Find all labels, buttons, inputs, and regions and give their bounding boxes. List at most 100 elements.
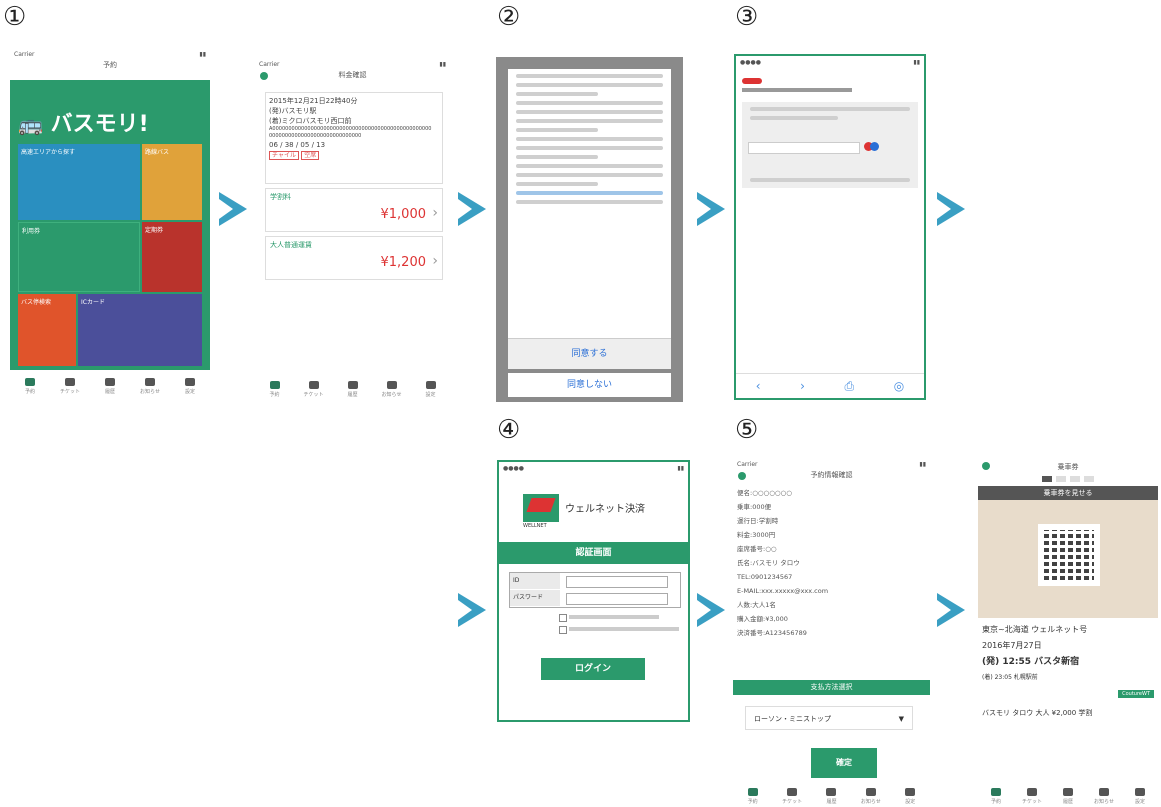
ticket-date: 2016年7月27日 bbox=[982, 641, 1042, 650]
consent-dialog: 同意する bbox=[508, 69, 671, 369]
tab-news[interactable]: お知らせ bbox=[381, 380, 403, 398]
card-number-input[interactable] bbox=[748, 142, 860, 154]
terms-text bbox=[516, 83, 663, 87]
carrier-label: Carrier bbox=[737, 460, 758, 468]
screen-consent: 同意する 同意しない bbox=[496, 57, 683, 402]
carrier-label: Carrier bbox=[259, 60, 280, 68]
tab-history[interactable]: 履歴 bbox=[99, 377, 121, 395]
tile-pass[interactable]: 定期券 bbox=[142, 222, 202, 292]
checkbox-label bbox=[569, 615, 659, 619]
brand-sub: WELLNET bbox=[523, 523, 547, 529]
form-text bbox=[750, 178, 910, 182]
accept-button[interactable]: 同意する bbox=[508, 338, 671, 369]
tab-bar: 予約 チケット 履歴 お知らせ 設定 bbox=[255, 375, 450, 403]
password-label: パスワード bbox=[510, 590, 560, 606]
ticket-departure: (発) 12:55 バスタ新宿 bbox=[982, 657, 1080, 667]
dropdown-arrow-icon: ▼ bbox=[898, 715, 904, 723]
store-select[interactable]: ローソン・ミニストップ ▼ bbox=[745, 706, 913, 730]
terms-text bbox=[516, 128, 598, 132]
tab-settings[interactable]: 設定 bbox=[420, 380, 442, 398]
tag-badge: 空席 bbox=[301, 151, 320, 160]
tab-settings[interactable]: 設定 bbox=[899, 787, 921, 805]
bell-icon bbox=[1099, 787, 1109, 796]
status-bar: Carrier ▮▮ bbox=[737, 460, 926, 468]
trip-code: 00000000000000000000000000000 bbox=[269, 133, 362, 139]
flow-arrow-icon bbox=[458, 192, 486, 226]
show-ticket-banner: 乗車券を見せる bbox=[978, 486, 1158, 500]
id-label: ID bbox=[510, 573, 560, 589]
tab-settings[interactable]: 設定 bbox=[1129, 787, 1151, 805]
tile-area-search[interactable]: 高速エリアから探す bbox=[18, 144, 140, 220]
flow-arrow-icon bbox=[697, 192, 725, 226]
tab-ticket[interactable]: チケット bbox=[781, 787, 803, 805]
forward-icon[interactable]: › bbox=[800, 379, 805, 393]
terms-link[interactable] bbox=[516, 191, 663, 195]
form-text bbox=[750, 116, 838, 120]
step-number-5: ⑤ bbox=[735, 415, 759, 445]
tab-news[interactable]: お知らせ bbox=[860, 787, 882, 805]
screen-login: ●●●● ▮▮ ウェルネット決済 WELLNET 認証画面 ID パスワード ログ… bbox=[497, 460, 690, 722]
page-indicator[interactable] bbox=[1008, 476, 1128, 482]
screen-reservation: Carrier ▮▮ 予約情報確認 便名:○○○○○○○ 乗車:000便 運行日:… bbox=[733, 458, 930, 807]
fare-option-student[interactable]: 学割料 ¥1,000 › bbox=[265, 188, 443, 232]
step-number-1: ① bbox=[3, 2, 27, 32]
login-form: ID パスワード bbox=[509, 572, 681, 608]
trip-arrival: (着)ミクロバスモリ西口前 bbox=[269, 117, 352, 125]
tab-reserve[interactable]: 予約 bbox=[264, 380, 286, 398]
fare-option-adult[interactable]: 大人普通運賃 ¥1,200 › bbox=[265, 236, 443, 280]
back-icon[interactable]: ‹ bbox=[756, 379, 761, 393]
app-logo: 🚌 バスモリ! bbox=[18, 112, 149, 137]
chevron-right-icon: › bbox=[432, 205, 438, 221]
compass-icon[interactable]: ◎ bbox=[894, 379, 904, 393]
wellnet-logo-icon bbox=[523, 494, 559, 522]
page-heading bbox=[742, 88, 852, 92]
page-title: 予約情報確認 bbox=[810, 471, 853, 479]
gear-icon bbox=[1135, 787, 1145, 796]
tab-ticket[interactable]: チケット bbox=[1021, 787, 1043, 805]
trip-code: A000000000000000000000000000000000000000… bbox=[269, 126, 432, 132]
tab-settings[interactable]: 設定 bbox=[179, 377, 201, 395]
terms-text bbox=[516, 110, 663, 114]
tab-news[interactable]: お知らせ bbox=[139, 377, 161, 395]
history-icon bbox=[826, 787, 837, 796]
remember-checkbox[interactable] bbox=[559, 614, 567, 622]
tab-history[interactable]: 履歴 bbox=[820, 787, 842, 805]
form-text bbox=[750, 107, 910, 111]
tile-stop-search[interactable]: バス停検索 bbox=[18, 294, 76, 366]
tab-news[interactable]: お知らせ bbox=[1093, 787, 1115, 805]
bell-icon bbox=[145, 377, 155, 386]
detail-row: 乗車:000便 bbox=[737, 503, 772, 511]
tile-ticket[interactable]: 利用券 bbox=[18, 222, 140, 292]
detail-row: 運行日:学割時 bbox=[737, 517, 779, 525]
login-button[interactable]: ログイン bbox=[541, 658, 645, 680]
tab-ticket[interactable]: チケット bbox=[59, 377, 81, 395]
tab-ticket[interactable]: チケット bbox=[303, 380, 325, 398]
detail-row: 便名:○○○○○○○ bbox=[737, 489, 792, 497]
tab-history[interactable]: 履歴 bbox=[342, 380, 364, 398]
flow-arrow-icon bbox=[937, 593, 965, 627]
decline-button[interactable]: 同意しない bbox=[508, 373, 671, 397]
tab-reserve[interactable]: 予約 bbox=[19, 377, 41, 395]
terms-text bbox=[516, 182, 598, 186]
tab-reserve[interactable]: 予約 bbox=[742, 787, 764, 805]
confirm-button[interactable]: 確定 bbox=[811, 748, 877, 778]
screen-payment-web: ●●●● ▮▮ ‹ › ⎙ ◎ bbox=[734, 54, 926, 400]
home-icon bbox=[25, 377, 35, 386]
carrier-label: Carrier bbox=[14, 50, 35, 58]
tile-route-bus[interactable]: 路線バス bbox=[142, 144, 202, 220]
ticket-arrival: (着) 23:05 札幌駅前 bbox=[982, 674, 1038, 681]
tab-bar: 予約 チケット 履歴 お知らせ 設定 bbox=[10, 372, 210, 400]
qr-code-icon bbox=[1038, 524, 1100, 586]
tab-history[interactable]: 履歴 bbox=[1057, 787, 1079, 805]
bus-icon bbox=[1027, 787, 1037, 796]
status-bar: ●●●● ▮▮ bbox=[740, 58, 920, 66]
tab-reserve[interactable]: 予約 bbox=[985, 787, 1007, 805]
ticket-details: 東京~北海道 ウェルネット号 2016年7月27日 (発) 12:55 バスタ新… bbox=[982, 622, 1154, 686]
browser-toolbar: ‹ › ⎙ ◎ bbox=[736, 373, 924, 398]
flow-arrow-icon bbox=[697, 593, 725, 627]
id-input[interactable] bbox=[566, 576, 668, 588]
password-input[interactable] bbox=[566, 593, 668, 605]
agree-checkbox[interactable] bbox=[559, 626, 567, 634]
tile-ic-card[interactable]: ICカード bbox=[78, 294, 202, 366]
share-icon[interactable]: ⎙ bbox=[845, 379, 855, 394]
